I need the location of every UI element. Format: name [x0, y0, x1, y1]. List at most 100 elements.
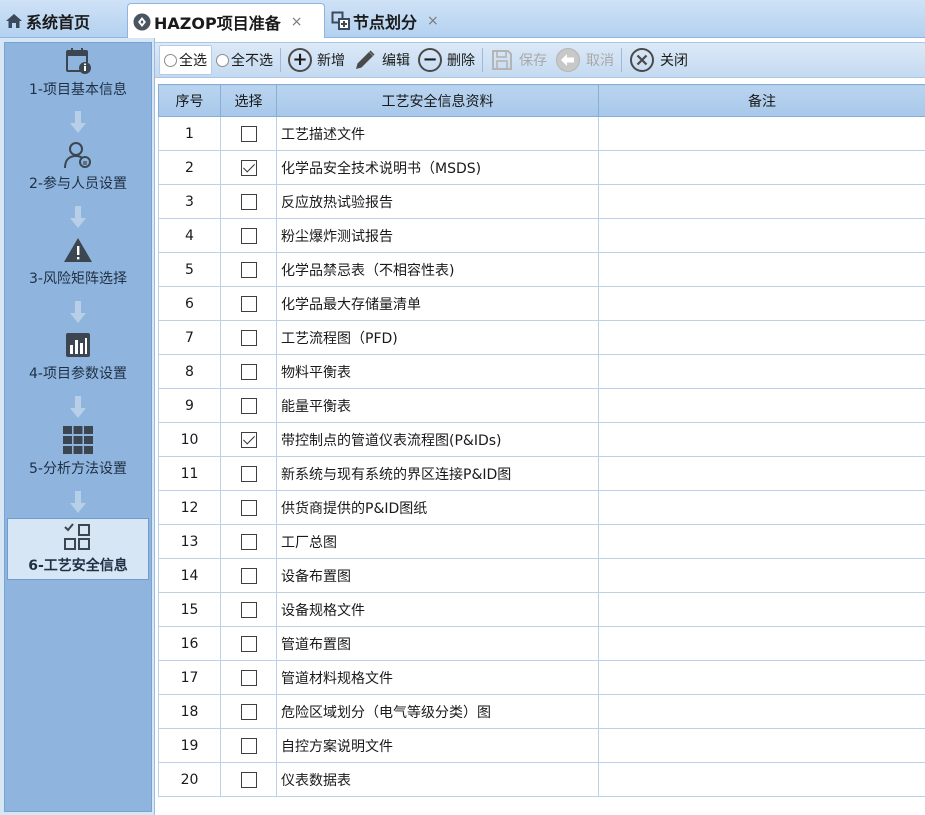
- row-name-cell[interactable]: 工艺描述文件: [276, 116, 599, 151]
- delete-button[interactable]: − 删除: [414, 45, 479, 75]
- row-checkbox[interactable]: [240, 601, 257, 618]
- row-name-cell[interactable]: 工艺流程图（PFD): [276, 320, 599, 355]
- table-row[interactable]: 13 工厂总图: [158, 524, 925, 559]
- table-row[interactable]: 9 能量平衡表: [158, 388, 925, 423]
- select-none-radio[interactable]: 全不选: [212, 45, 277, 75]
- row-checkbox[interactable]: [240, 159, 257, 176]
- row-name-cell[interactable]: 管道材料规格文件: [276, 660, 599, 695]
- tab-hazop-prep[interactable]: HAZOP项目准备 ×: [127, 3, 325, 39]
- row-remark-cell[interactable]: [598, 116, 925, 151]
- table-row[interactable]: 8 物料平衡表: [158, 354, 925, 389]
- row-name-cell[interactable]: 化学品安全技术说明书（MSDS): [276, 150, 599, 185]
- tab-close-icon[interactable]: ×: [427, 13, 439, 29]
- row-remark-cell[interactable]: [598, 694, 925, 729]
- row-remark-cell[interactable]: [598, 354, 925, 389]
- row-name-cell[interactable]: 化学品禁忌表（不相容性表): [276, 252, 599, 287]
- table-row[interactable]: 6 化学品最大存储量清单: [158, 286, 925, 321]
- tab-node-division[interactable]: 节点划分 ×: [331, 3, 439, 38]
- row-remark-cell[interactable]: [598, 762, 925, 797]
- row-checkbox[interactable]: [240, 635, 257, 652]
- row-remark-cell[interactable]: [598, 286, 925, 321]
- row-checkbox[interactable]: [240, 397, 257, 414]
- table-row[interactable]: 20 仪表数据表: [158, 762, 925, 797]
- row-name-cell[interactable]: 化学品最大存储量清单: [276, 286, 599, 321]
- row-checkbox[interactable]: [240, 567, 257, 584]
- tab-home[interactable]: 系统首页: [4, 3, 90, 38]
- row-remark-cell[interactable]: [598, 184, 925, 219]
- row-name-cell[interactable]: 物料平衡表: [276, 354, 599, 389]
- sidebar-step-3[interactable]: 3-风险矩阵选择: [5, 236, 151, 288]
- row-name-cell[interactable]: 带控制点的管道仪表流程图(P&IDs): [276, 422, 599, 457]
- save-button[interactable]: 保存: [486, 45, 551, 75]
- row-remark-cell[interactable]: [598, 252, 925, 287]
- sidebar-step-6[interactable]: 6-工艺安全信息: [7, 518, 149, 580]
- column-header-no[interactable]: 序号: [158, 84, 221, 117]
- row-remark-cell[interactable]: [598, 558, 925, 593]
- table-row[interactable]: 7 工艺流程图（PFD): [158, 320, 925, 355]
- row-remark-cell[interactable]: [598, 626, 925, 661]
- edit-button[interactable]: 编辑: [349, 45, 414, 75]
- table-row[interactable]: 14 设备布置图: [158, 558, 925, 593]
- table-row[interactable]: 17 管道材料规格文件: [158, 660, 925, 695]
- close-button[interactable]: 关闭: [625, 45, 692, 75]
- row-checkbox[interactable]: [240, 431, 257, 448]
- row-name-cell[interactable]: 新系统与现有系统的界区连接P&ID图: [276, 456, 599, 491]
- table-row[interactable]: 19 自控方案说明文件: [158, 728, 925, 763]
- row-name-cell[interactable]: 反应放热试验报告: [276, 184, 599, 219]
- sidebar-step-1[interactable]: 1-项目基本信息: [5, 47, 151, 99]
- table-row[interactable]: 4 粉尘爆炸测试报告: [158, 218, 925, 253]
- column-header-name[interactable]: 工艺安全信息资料: [276, 84, 599, 117]
- row-remark-cell[interactable]: [598, 592, 925, 627]
- row-remark-cell[interactable]: [598, 422, 925, 457]
- column-header-remark[interactable]: 备注: [598, 84, 925, 117]
- row-checkbox[interactable]: [240, 363, 257, 380]
- cancel-button[interactable]: 取消: [551, 45, 618, 75]
- column-header-select[interactable]: 选择: [220, 84, 277, 117]
- row-checkbox[interactable]: [240, 227, 257, 244]
- row-name-cell[interactable]: 仪表数据表: [276, 762, 599, 797]
- row-remark-cell[interactable]: [598, 388, 925, 423]
- row-name-cell[interactable]: 自控方案说明文件: [276, 728, 599, 763]
- add-button[interactable]: + 新增: [284, 45, 349, 75]
- row-remark-cell[interactable]: [598, 660, 925, 695]
- row-name-cell[interactable]: 管道布置图: [276, 626, 599, 661]
- row-checkbox[interactable]: [240, 261, 257, 278]
- table-row[interactable]: 10 带控制点的管道仪表流程图(P&IDs): [158, 422, 925, 457]
- row-checkbox[interactable]: [240, 295, 257, 312]
- row-checkbox[interactable]: [240, 499, 257, 516]
- row-name-cell[interactable]: 供货商提供的P&ID图纸: [276, 490, 599, 525]
- row-checkbox[interactable]: [240, 533, 257, 550]
- table-row[interactable]: 1 工艺描述文件: [158, 116, 925, 151]
- row-name-cell[interactable]: 工厂总图: [276, 524, 599, 559]
- row-remark-cell[interactable]: [598, 320, 925, 355]
- row-name-cell[interactable]: 能量平衡表: [276, 388, 599, 423]
- select-all-radio[interactable]: 全选: [159, 45, 212, 75]
- row-remark-cell[interactable]: [598, 490, 925, 525]
- row-remark-cell[interactable]: [598, 524, 925, 559]
- sidebar-step-5[interactable]: 5-分析方法设置: [5, 426, 151, 478]
- row-checkbox[interactable]: [240, 465, 257, 482]
- table-row[interactable]: 18 危险区域划分（电气等级分类）图: [158, 694, 925, 729]
- row-checkbox[interactable]: [240, 737, 257, 754]
- row-remark-cell[interactable]: [598, 150, 925, 185]
- table-row[interactable]: 2 化学品安全技术说明书（MSDS): [158, 150, 925, 185]
- row-remark-cell[interactable]: [598, 728, 925, 763]
- row-checkbox[interactable]: [240, 329, 257, 346]
- table-row[interactable]: 15 设备规格文件: [158, 592, 925, 627]
- row-checkbox[interactable]: [240, 193, 257, 210]
- row-checkbox[interactable]: [240, 771, 257, 788]
- tab-close-icon[interactable]: ×: [291, 14, 303, 30]
- row-remark-cell[interactable]: [598, 456, 925, 491]
- table-row[interactable]: 16 管道布置图: [158, 626, 925, 661]
- row-remark-cell[interactable]: [598, 218, 925, 253]
- row-checkbox[interactable]: [240, 669, 257, 686]
- row-checkbox[interactable]: [240, 125, 257, 142]
- table-row[interactable]: 12 供货商提供的P&ID图纸: [158, 490, 925, 525]
- table-row[interactable]: 11 新系统与现有系统的界区连接P&ID图: [158, 456, 925, 491]
- table-row[interactable]: 3 反应放热试验报告: [158, 184, 925, 219]
- sidebar-step-4[interactable]: 4-项目参数设置: [5, 331, 151, 383]
- row-name-cell[interactable]: 粉尘爆炸测试报告: [276, 218, 599, 253]
- row-name-cell[interactable]: 设备规格文件: [276, 592, 599, 627]
- row-checkbox[interactable]: [240, 703, 257, 720]
- row-name-cell[interactable]: 危险区域划分（电气等级分类）图: [276, 694, 599, 729]
